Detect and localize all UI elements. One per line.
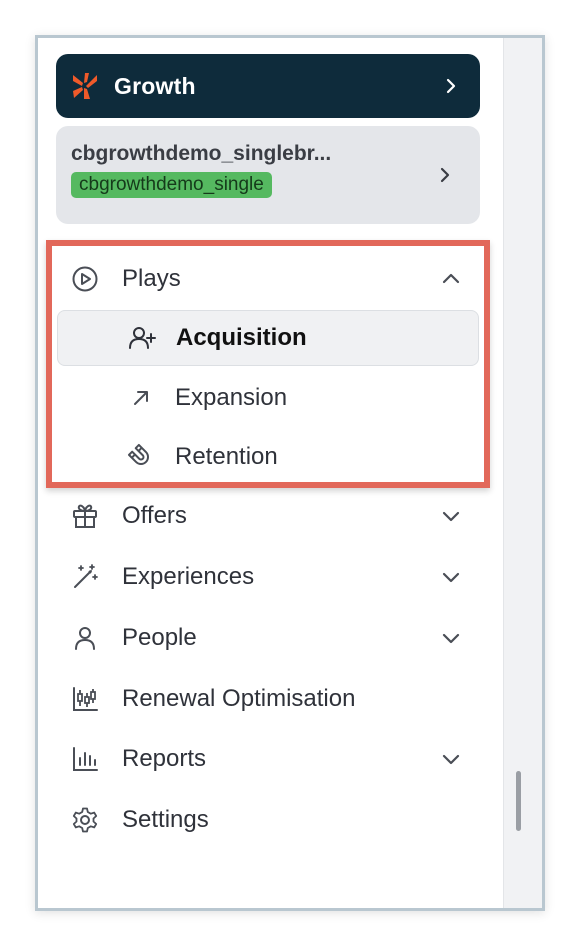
- sub-item-acquisition[interactable]: Acquisition: [57, 310, 479, 366]
- site-selector-button[interactable]: cbgrowthdemo_singlebr... cbgrowthdemo_si…: [56, 126, 480, 224]
- site-badge: cbgrowthdemo_single: [71, 172, 272, 198]
- nav-item-label: Experiences: [122, 563, 255, 590]
- workspace-title: Growth: [114, 72, 196, 99]
- nav-item-reports[interactable]: Reports: [58, 733, 476, 785]
- nav-item-label: Plays: [122, 265, 181, 292]
- nav-item-renewal-optimisation[interactable]: Renewal Optimisation: [58, 673, 476, 725]
- nav-item-plays[interactable]: Plays: [58, 253, 476, 305]
- sub-item-expansion[interactable]: Expansion: [57, 370, 479, 426]
- chevron-right-icon: [434, 164, 456, 186]
- bar-chart-icon: [70, 744, 100, 774]
- nav-item-label: Settings: [122, 806, 209, 833]
- chevron-up-icon: [440, 268, 462, 290]
- nav-item-label: Reports: [122, 745, 207, 772]
- growth-logo-icon: [70, 71, 100, 101]
- sidebar-window: Growth cbgrowthdemo_singlebr... cbgrowth…: [35, 35, 545, 911]
- play-circle-icon: [70, 264, 100, 294]
- magnet-icon: [127, 443, 155, 471]
- workspace-switcher-button[interactable]: Growth: [56, 54, 480, 118]
- arrow-up-right-icon: [127, 384, 155, 412]
- nav-item-label: Offers: [122, 502, 187, 529]
- sub-item-label: Expansion: [175, 384, 288, 411]
- user-plus-icon: [128, 324, 156, 352]
- chevron-down-icon: [440, 505, 462, 527]
- nav-item-label: People: [122, 624, 197, 651]
- sidebar-panel: Growth cbgrowthdemo_singlebr... cbgrowth…: [38, 38, 503, 908]
- gear-icon: [70, 805, 100, 835]
- nav-item-label: Renewal Optimisation: [122, 685, 356, 712]
- nav-item-offers[interactable]: Offers: [58, 490, 476, 542]
- chevron-right-icon: [440, 75, 462, 97]
- gift-icon: [70, 501, 100, 531]
- sub-item-label: Retention: [175, 443, 278, 470]
- chevron-down-icon: [440, 566, 462, 588]
- scrollbar-thumb[interactable]: [516, 771, 521, 831]
- nav-item-people[interactable]: People: [58, 612, 476, 664]
- chevron-down-icon: [440, 748, 462, 770]
- candlestick-chart-icon: [70, 684, 100, 714]
- user-icon: [70, 623, 100, 653]
- sub-item-retention[interactable]: Retention: [57, 429, 479, 485]
- site-name: cbgrowthdemo_singlebr...: [71, 142, 332, 165]
- magic-wand-icon: [70, 562, 100, 592]
- scrollbar[interactable]: [503, 38, 542, 908]
- sub-item-label: Acquisition: [176, 324, 307, 351]
- nav-item-experiences[interactable]: Experiences: [58, 551, 476, 603]
- chevron-down-icon: [440, 627, 462, 649]
- nav-item-settings[interactable]: Settings: [58, 794, 476, 846]
